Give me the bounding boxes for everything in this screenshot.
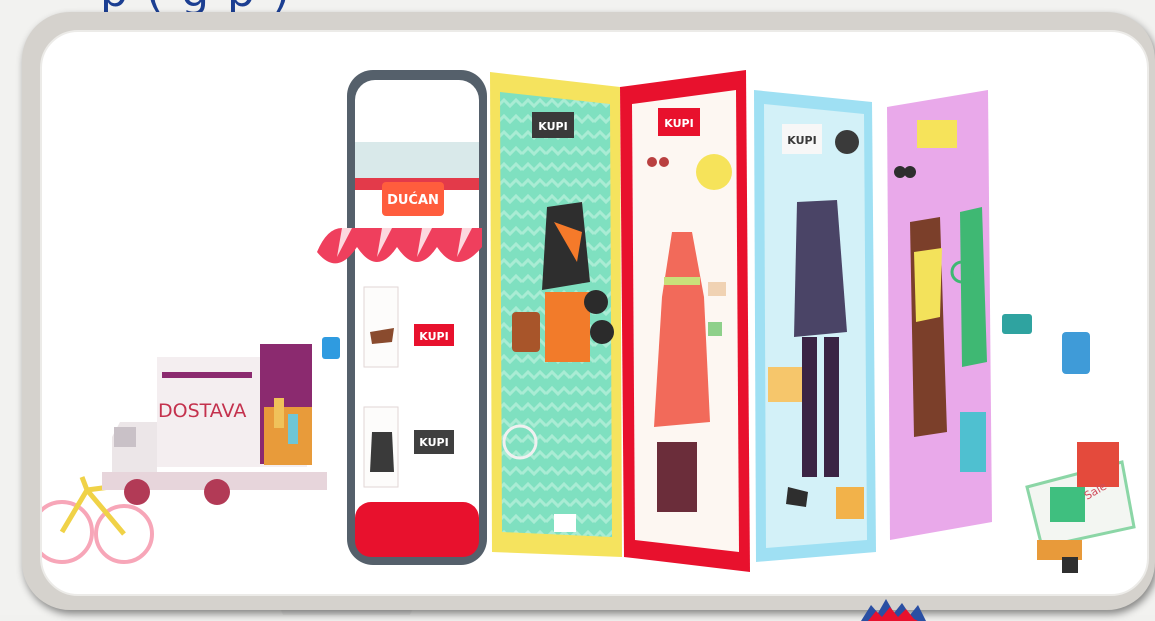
buy-label-3: KUPI: [538, 120, 567, 133]
truck-label: DOSTAVA: [158, 400, 246, 422]
tag-icon: [322, 337, 340, 359]
picture-frame: DOSTAVA DUĆAN KUPI KUPI KUPI KUPI KUPI S…: [22, 12, 1155, 610]
phone-icon: [1062, 332, 1090, 374]
buy-label-5: KUPI: [787, 134, 816, 147]
outfit-phone: KUPI: [754, 90, 876, 562]
shopping-cart: Sale: [1025, 442, 1136, 573]
card-icon: [1002, 314, 1032, 334]
logo-icon: [861, 599, 926, 621]
picture-area: DOSTAVA DUĆAN KUPI KUPI KUPI KUPI KUPI S…: [40, 30, 1149, 596]
buy-label-4: KUPI: [664, 117, 693, 130]
sport-phone: KUPI: [490, 72, 622, 557]
swimwear-phone: [880, 72, 1002, 557]
online-shopping-illustration: DOSTAVA DUĆAN KUPI KUPI KUPI KUPI KUPI S…: [42, 70, 1136, 573]
buy-label-1: KUPI: [419, 330, 448, 343]
shop-sign: DUĆAN: [387, 192, 439, 208]
dress-phone: KUPI: [620, 70, 750, 572]
buy-label-2: KUPI: [419, 436, 448, 449]
delivery-truck: DOSTAVA: [102, 344, 327, 505]
shop-phone: DUĆAN KUPI KUPI: [317, 70, 487, 565]
